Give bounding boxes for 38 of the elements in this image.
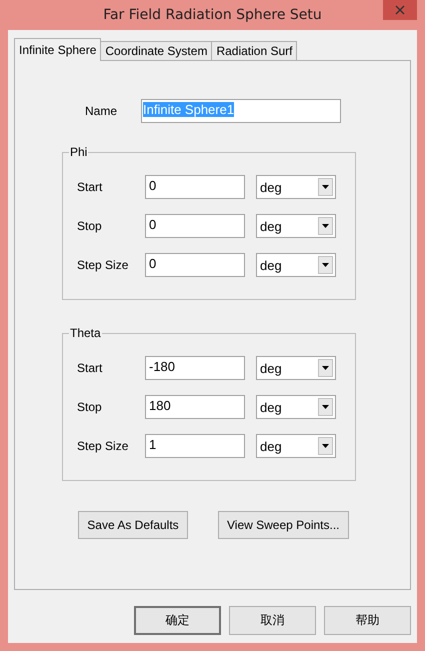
dialog-button[interactable]: 确定 <box>134 606 221 635</box>
unit-dropdown[interactable]: deg <box>256 356 336 380</box>
field-label: Stop <box>77 400 103 414</box>
field-label: Step Size <box>77 258 130 272</box>
dialog-button[interactable]: 帮助 <box>324 606 411 635</box>
tab[interactable]: Coordinate System <box>100 41 212 60</box>
value-field[interactable]: 0 <box>145 214 245 238</box>
value-field[interactable]: -180 <box>145 356 245 380</box>
group-title: Phi <box>69 145 88 159</box>
unit-dropdown[interactable]: deg <box>256 214 336 238</box>
tab[interactable]: Radiation Surf <box>211 41 298 60</box>
dropdown-arrow-icon <box>322 185 329 189</box>
group-title: Theta <box>69 326 102 340</box>
dropdown-arrow-icon <box>322 224 329 228</box>
dropdown-arrow-icon <box>322 405 329 409</box>
unit-dropdown[interactable]: deg <box>256 395 336 419</box>
close-button[interactable] <box>383 0 417 20</box>
dropdown-arrow-icon <box>322 366 329 370</box>
field-label: Step Size <box>77 439 130 453</box>
dropdown-arrow-icon <box>322 444 329 448</box>
value-field[interactable]: 0 <box>145 175 245 199</box>
value-field[interactable]: 180 <box>145 395 245 419</box>
unit-dropdown[interactable]: deg <box>256 253 336 277</box>
window-title: Far Field Radiation Sphere Setu <box>103 7 322 23</box>
unit-dropdown[interactable]: deg <box>256 434 336 458</box>
value-field[interactable]: 0 <box>145 253 245 277</box>
unit-dropdown[interactable]: deg <box>256 175 336 199</box>
value-field[interactable]: 1 <box>145 434 245 458</box>
field-label: Start <box>77 361 104 375</box>
panel-button[interactable]: View Sweep Points... <box>218 511 349 539</box>
panel-button[interactable]: Save As Defaults <box>78 511 188 539</box>
dialog-button[interactable]: 取消 <box>229 606 316 635</box>
field-label: Start <box>77 180 104 194</box>
name-label: Name <box>85 104 118 118</box>
close-icon <box>395 5 405 15</box>
tab[interactable]: Infinite Sphere <box>14 38 102 61</box>
field-label: Stop <box>77 219 103 233</box>
dropdown-arrow-icon <box>322 263 329 267</box>
